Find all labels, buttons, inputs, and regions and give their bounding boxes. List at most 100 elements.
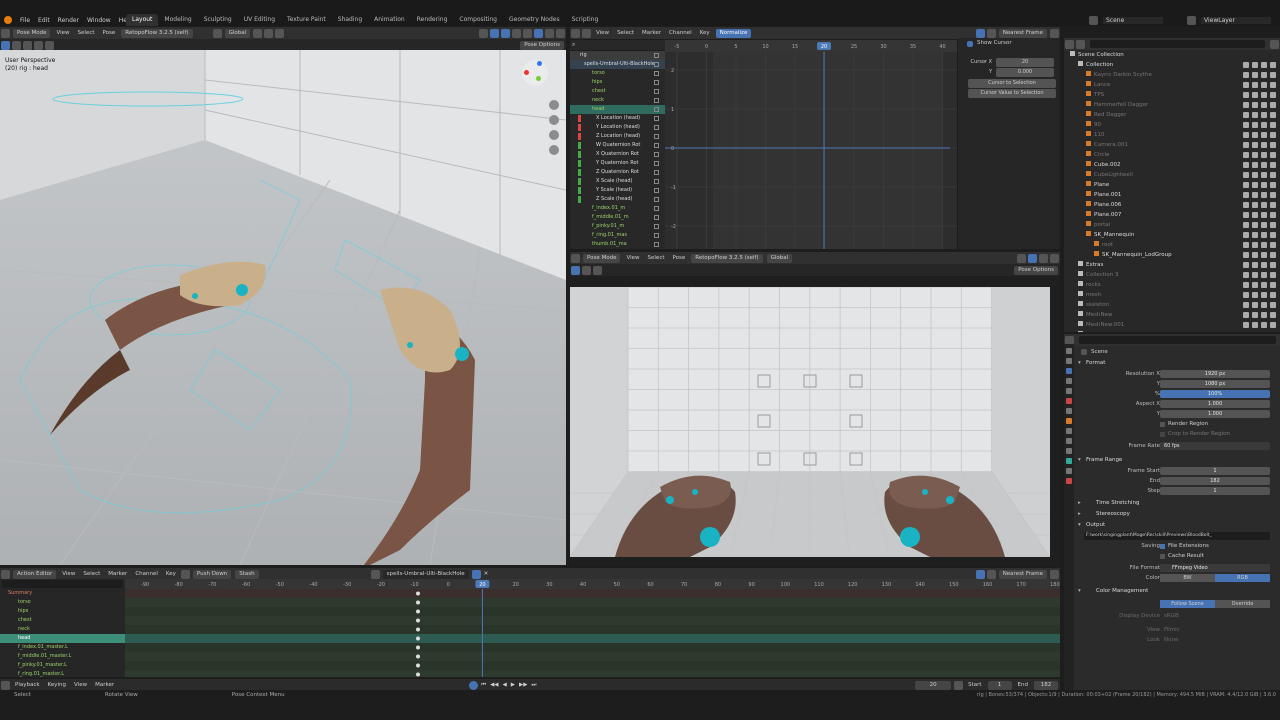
- visibility-toggle-icon[interactable]: [1270, 172, 1276, 178]
- action-channel-row[interactable]: torso: [0, 598, 125, 607]
- graph-key-menu[interactable]: Key: [696, 30, 714, 36]
- action-channel-search[interactable]: [2, 580, 123, 588]
- world-tab-icon[interactable]: [1066, 398, 1072, 404]
- select-mode4-icon[interactable]: [45, 40, 54, 50]
- visibility-toggle-icon[interactable]: [1252, 312, 1258, 318]
- action-proportional-icon[interactable]: [1050, 569, 1059, 579]
- pose-options-button[interactable]: Pose Options: [520, 40, 564, 50]
- action-pivot-selector[interactable]: Nearest Frame: [998, 569, 1047, 579]
- workspace-tab-shading[interactable]: Shading: [332, 14, 368, 26]
- outliner-visibility-toggles[interactable]: [1243, 92, 1276, 98]
- display-mode-icon[interactable]: [1076, 39, 1085, 49]
- action-select-menu[interactable]: Select: [79, 571, 104, 577]
- visibility-toggle-icon[interactable]: [1270, 142, 1276, 148]
- file-extensions-checkbox[interactable]: [1160, 544, 1165, 549]
- timeline-view-menu[interactable]: View: [70, 682, 91, 688]
- res-y-field[interactable]: 1080 px: [1160, 380, 1270, 388]
- orientation-selector[interactable]: Global: [224, 28, 251, 38]
- visibility-toggle-icon[interactable]: [1252, 272, 1258, 278]
- timeline-marker-menu[interactable]: Marker: [91, 682, 118, 688]
- action-key-menu[interactable]: Key: [162, 571, 180, 577]
- visibility-toggle-icon[interactable]: [1261, 172, 1267, 178]
- visibility-toggle-icon[interactable]: [1243, 182, 1249, 188]
- graph-channel-row[interactable]: Z Location (head): [570, 132, 665, 141]
- visibility-toggle-icon[interactable]: [1252, 152, 1258, 158]
- visibility-toggle-icon[interactable]: [1261, 312, 1267, 318]
- outliner-visibility-toggles[interactable]: [1243, 242, 1276, 248]
- visibility-toggle-icon[interactable]: [1243, 242, 1249, 248]
- keyframe-marker[interactable]: [416, 591, 420, 596]
- visibility-toggle-icon[interactable]: [1252, 132, 1258, 138]
- visibility-toggle-icon[interactable]: [1270, 232, 1276, 238]
- render-region-row[interactable]: Render Region: [1064, 419, 1280, 429]
- visibility-toggle-icon[interactable]: [1252, 112, 1258, 118]
- channel-lock-checkbox[interactable]: [654, 206, 659, 211]
- outliner-row[interactable]: Cube.002: [1064, 160, 1280, 170]
- visibility-toggle-icon[interactable]: [1261, 152, 1267, 158]
- follow-scene-button[interactable]: Follow Scene: [1160, 600, 1215, 608]
- visibility-toggle-icon[interactable]: [1252, 302, 1258, 308]
- graph-channel-row[interactable]: spells-Umbral-Ulti-BlackHole: [570, 60, 665, 69]
- outliner-visibility-toggles[interactable]: [1243, 282, 1276, 288]
- visibility-toggle-icon[interactable]: [1261, 282, 1267, 288]
- color-management-section[interactable]: Color Management: [1064, 586, 1280, 597]
- visibility-toggle-icon[interactable]: [1270, 122, 1276, 128]
- outliner-visibility-toggles[interactable]: [1243, 62, 1276, 68]
- outliner-visibility-toggles[interactable]: [1243, 122, 1276, 128]
- visibility-toggle-icon[interactable]: [1270, 302, 1276, 308]
- visibility-toggle-icon[interactable]: [1261, 72, 1267, 78]
- visibility-icon[interactable]: [479, 28, 488, 38]
- outliner-visibility-toggles[interactable]: [1243, 102, 1276, 108]
- frame-start-field[interactable]: 1: [1160, 467, 1270, 475]
- cursor-x-field[interactable]: 20: [996, 58, 1054, 67]
- visibility-toggle-icon[interactable]: [1252, 62, 1258, 68]
- visibility-toggle-icon[interactable]: [1252, 82, 1258, 88]
- cursor-value-to-selection-button[interactable]: Cursor Value to Selection: [968, 89, 1056, 98]
- output-section[interactable]: Output: [1064, 520, 1280, 531]
- visibility-toggle-icon[interactable]: [1243, 322, 1249, 328]
- start-frame-field[interactable]: 1: [987, 680, 1012, 690]
- visibility-toggle-icon[interactable]: [1252, 222, 1258, 228]
- visibility-toggle-icon[interactable]: [1270, 72, 1276, 78]
- workspace-tab-sculpting[interactable]: Sculpting: [198, 14, 238, 26]
- visibility-toggle-icon[interactable]: [1243, 152, 1249, 158]
- outliner-visibility-toggles[interactable]: [1243, 82, 1276, 88]
- shading-material-icon[interactable]: [545, 28, 554, 38]
- channel-lock-checkbox[interactable]: [654, 152, 659, 157]
- bone-tab-icon[interactable]: [1066, 468, 1072, 474]
- graph-channel-menu[interactable]: Channel: [665, 30, 696, 36]
- visibility-toggle-icon[interactable]: [1252, 102, 1258, 108]
- overlay-icon[interactable]: [501, 28, 510, 38]
- visibility-toggle-icon[interactable]: [1270, 242, 1276, 248]
- visibility-toggle-icon[interactable]: [1261, 62, 1267, 68]
- camera-viewport[interactable]: [570, 287, 1050, 557]
- outliner-row[interactable]: Plane: [1064, 180, 1280, 190]
- auto-key-icon[interactable]: [469, 680, 479, 690]
- only-selected-icon[interactable]: [975, 28, 985, 38]
- graph-channel-row[interactable]: hips: [570, 78, 665, 87]
- outliner-row[interactable]: mesh: [1064, 290, 1280, 300]
- visibility-toggle-icon[interactable]: [1261, 112, 1267, 118]
- channel-lock-checkbox[interactable]: [654, 71, 659, 76]
- visibility-toggle-icon[interactable]: [1270, 262, 1276, 268]
- visibility-toggle-icon[interactable]: [1252, 142, 1258, 148]
- channel-lock-checkbox[interactable]: [654, 224, 659, 229]
- outliner-visibility-toggles[interactable]: [1243, 192, 1276, 198]
- crop-region-checkbox[interactable]: [1160, 432, 1165, 437]
- outliner-row[interactable]: TPS: [1064, 90, 1280, 100]
- res-pct-field[interactable]: 100%: [1160, 390, 1270, 398]
- visibility-toggle-icon[interactable]: [1261, 302, 1267, 308]
- playback-menu[interactable]: Playback: [11, 682, 44, 688]
- end-frame-field[interactable]: 182: [1034, 680, 1058, 690]
- outliner-row[interactable]: Crossbow.R: [1064, 330, 1280, 332]
- keyframe-marker[interactable]: [416, 609, 420, 614]
- view-menu[interactable]: View: [52, 30, 73, 36]
- color-bw-button[interactable]: BW: [1160, 574, 1215, 582]
- visibility-toggle-icon[interactable]: [1252, 172, 1258, 178]
- outliner-row[interactable]: Collection 3: [1064, 270, 1280, 280]
- camera-shading-wire-icon[interactable]: [1017, 253, 1026, 263]
- cursor-to-selection-button[interactable]: Cursor to Selection: [968, 79, 1056, 88]
- editor-type-icon[interactable]: [571, 28, 580, 38]
- graph-channel-row[interactable]: X Location (head): [570, 114, 665, 123]
- visibility-toggle-icon[interactable]: [1252, 92, 1258, 98]
